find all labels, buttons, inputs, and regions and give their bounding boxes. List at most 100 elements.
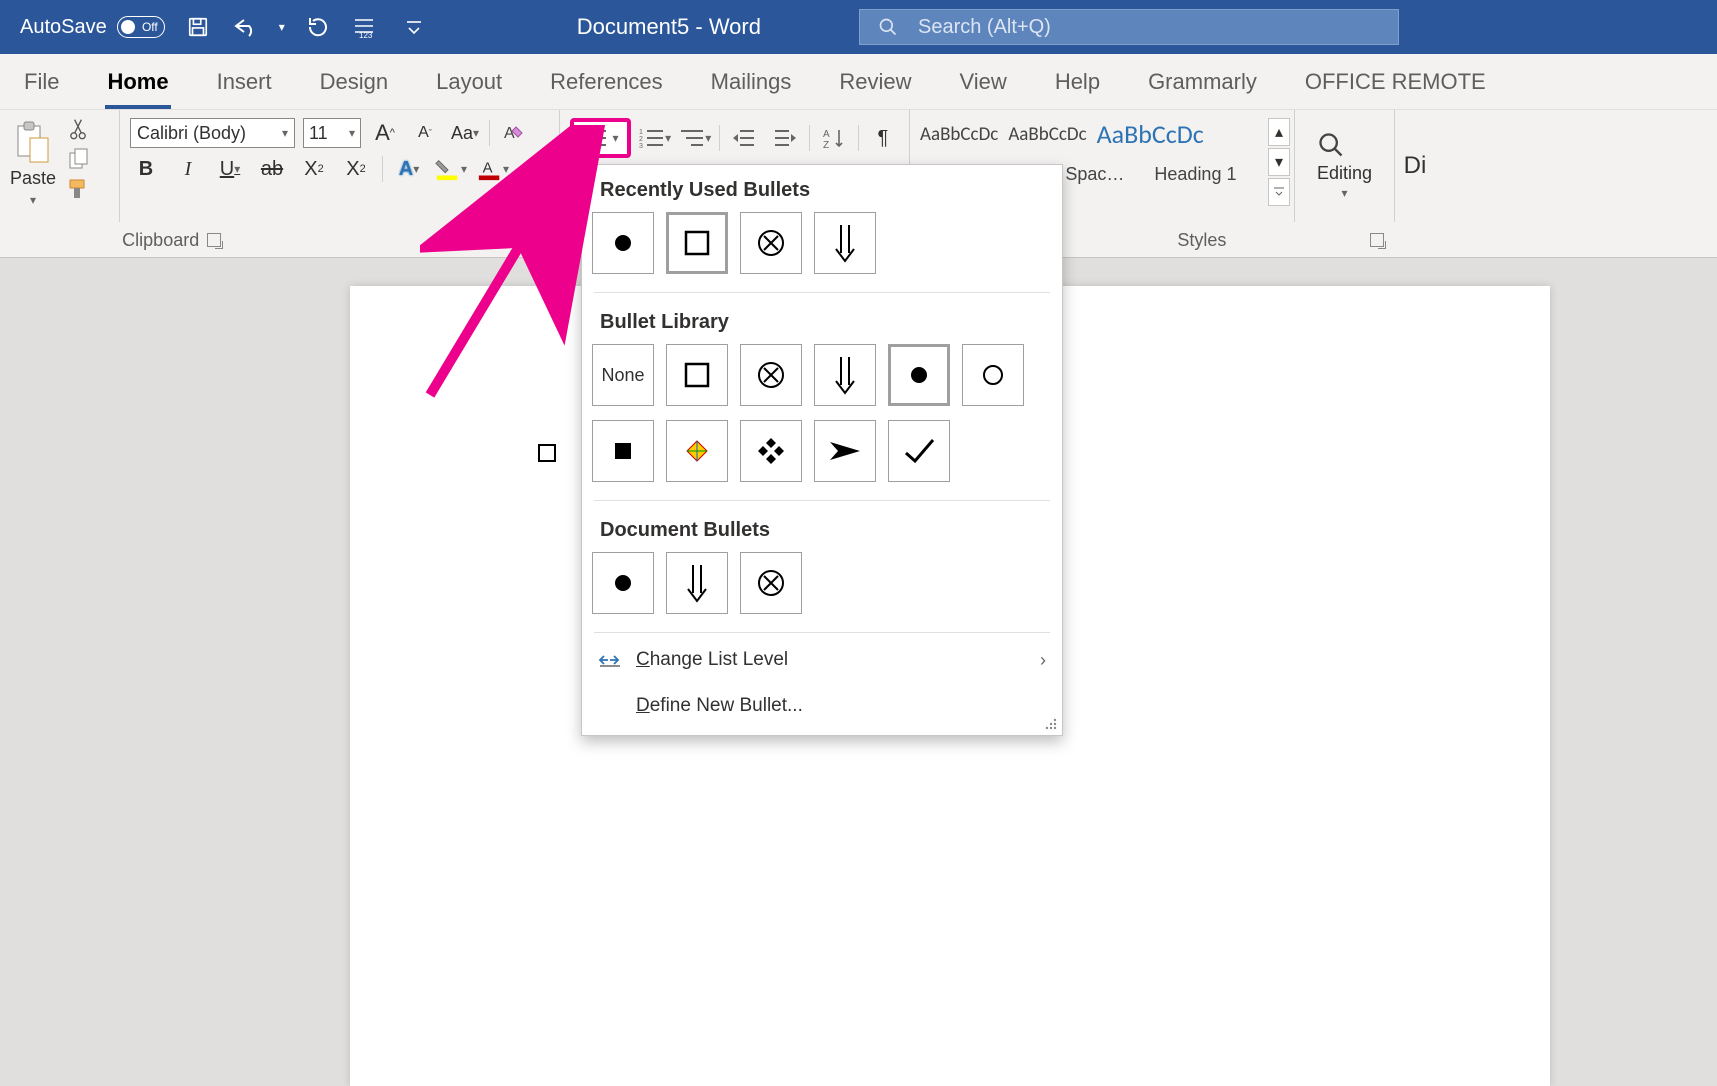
find-button[interactable]: Editing ▾ (1317, 131, 1372, 202)
search-placeholder: Search (Alt+Q) (918, 16, 1051, 39)
label-styles: Styles (1177, 230, 1226, 251)
dialog-launcher-icon[interactable] (207, 233, 221, 247)
tab-design[interactable]: Design (318, 69, 390, 109)
multilevel-list-button[interactable]: ▾ (679, 123, 711, 153)
search-input[interactable]: Search (Alt+Q) (859, 9, 1399, 45)
highlight-icon[interactable]: ▾ (435, 154, 467, 184)
group-font: Calibri (Body)▾ 11▾ A^ Aˇ Aa ▾ A B I U ▾… (120, 110, 560, 222)
italic-button[interactable]: I (172, 154, 204, 184)
bullet-color-diamond[interactable] (666, 420, 728, 482)
search-icon (878, 17, 898, 37)
bullet-library-row-1: None (582, 344, 1062, 420)
tab-view[interactable]: View (958, 69, 1009, 109)
svg-text:Z: Z (823, 140, 829, 149)
underline-button[interactable]: U ▾ (214, 154, 246, 184)
redo-icon[interactable] (303, 15, 333, 39)
tab-review[interactable]: Review (837, 69, 913, 109)
dialog-launcher-icon[interactable] (1370, 233, 1384, 247)
tab-grammarly[interactable]: Grammarly (1146, 69, 1259, 109)
sort-icon[interactable]: AZ (818, 123, 850, 153)
bullet-arrowhead[interactable] (814, 420, 876, 482)
shrink-font-icon[interactable]: Aˇ (409, 118, 441, 148)
style-preview-nospacing[interactable]: AaBbCcDc (1008, 123, 1086, 146)
bullet-four-diamonds[interactable] (740, 420, 802, 482)
autosave-toggle[interactable]: AutoSave Off (20, 16, 165, 39)
bullets-dropdown: Recently Used Bullets Bullet Library Non… (581, 164, 1063, 736)
svg-text:A: A (483, 161, 493, 177)
document-title: Document5 - Word (577, 14, 761, 40)
clear-formatting-icon[interactable]: A (498, 118, 530, 148)
strikethrough-button[interactable]: ab (256, 154, 288, 184)
numbering-button[interactable]: 123▾ (639, 123, 671, 153)
recent-bullets-row (582, 212, 1062, 288)
chevron-down-icon: ▾ (612, 131, 618, 145)
tab-insert[interactable]: Insert (215, 69, 274, 109)
tab-mailings[interactable]: Mailings (709, 69, 794, 109)
chevron-down-icon: ▾ (30, 193, 36, 207)
bullet-none[interactable]: None (592, 344, 654, 406)
chevron-down-icon: ▾ (282, 126, 288, 140)
style-preview-normal[interactable]: AaBbCcDc (920, 123, 998, 146)
tab-office-remote[interactable]: OFFICE REMOTE (1303, 69, 1488, 109)
resize-grip-icon[interactable] (1044, 717, 1058, 731)
bullet-double-arrow-down[interactable] (814, 212, 876, 274)
autosave-switch[interactable]: Off (117, 16, 165, 38)
change-case-icon[interactable]: Aa ▾ (449, 118, 481, 148)
decrease-indent-icon[interactable] (728, 123, 760, 153)
cut-icon[interactable] (68, 118, 88, 140)
bullet-filled-square[interactable] (592, 420, 654, 482)
bullet-filled-circle[interactable] (592, 212, 654, 274)
format-painter-icon[interactable] (68, 178, 92, 200)
copy-icon[interactable] (68, 148, 90, 170)
search-icon (1317, 131, 1345, 159)
increase-indent-icon[interactable] (769, 123, 801, 153)
svg-text:3: 3 (639, 143, 643, 149)
tab-file[interactable]: File (22, 69, 61, 109)
bullet-double-arrow-down[interactable] (666, 552, 728, 614)
tab-layout[interactable]: Layout (434, 69, 504, 109)
grow-font-icon[interactable]: A^ (369, 118, 401, 148)
bullets-button[interactable]: ▾ (570, 118, 631, 158)
styles-more-icon[interactable] (1268, 178, 1290, 206)
change-list-level-item[interactable]: Change List Level › (582, 637, 1062, 683)
svg-text:A: A (823, 129, 830, 140)
equation-list-icon[interactable]: 123 (351, 16, 381, 38)
bullet-library-row-2 (582, 420, 1062, 496)
paste-button[interactable]: Paste ▾ (10, 118, 56, 214)
customize-qat-icon[interactable] (399, 18, 429, 36)
text-effects-icon[interactable]: A ▾ (393, 154, 425, 184)
bullet-circle-x[interactable] (740, 212, 802, 274)
bullet-hollow-circle[interactable] (962, 344, 1024, 406)
show-marks-icon[interactable]: ¶ (867, 123, 899, 153)
bullet-hollow-square[interactable] (666, 212, 728, 274)
bullet-double-arrow-down[interactable] (814, 344, 876, 406)
font-name-select[interactable]: Calibri (Body)▾ (130, 118, 295, 148)
square-bullet-glyph (538, 444, 556, 462)
undo-icon[interactable] (231, 16, 261, 38)
bold-button[interactable]: B (130, 154, 162, 184)
save-icon[interactable] (183, 16, 213, 38)
styles-scroll-down-icon[interactable]: ▾ (1268, 148, 1290, 176)
bullet-hollow-square[interactable] (666, 344, 728, 406)
bullet-filled-circle[interactable] (888, 344, 950, 406)
bullet-filled-circle[interactable] (592, 552, 654, 614)
define-new-bullet-item[interactable]: Define New Bullet... (582, 683, 1062, 729)
styles-scroll-up-icon[interactable]: ▴ (1268, 118, 1290, 146)
tab-references[interactable]: References (548, 69, 665, 109)
tab-home[interactable]: Home (105, 69, 170, 109)
subscript-button[interactable]: X2 (298, 154, 330, 184)
undo-dropdown-icon[interactable]: ▾ (279, 20, 285, 34)
font-size-select[interactable]: 11▾ (303, 118, 361, 148)
svg-text:1: 1 (639, 129, 643, 136)
superscript-button[interactable]: X2 (340, 154, 372, 184)
bullet-circle-x[interactable] (740, 344, 802, 406)
bullet-checkmark[interactable] (888, 420, 950, 482)
svg-text:A: A (504, 125, 515, 142)
group-truncated: Di (1395, 110, 1435, 222)
font-color-icon[interactable]: A▾ (477, 154, 509, 184)
group-clipboard: Paste ▾ (0, 110, 120, 222)
tab-help[interactable]: Help (1053, 69, 1102, 109)
style-name-heading1[interactable]: Heading 1 (1154, 164, 1236, 185)
style-preview-heading1[interactable]: AaBbCcDc (1097, 118, 1204, 150)
bullet-circle-x[interactable] (740, 552, 802, 614)
